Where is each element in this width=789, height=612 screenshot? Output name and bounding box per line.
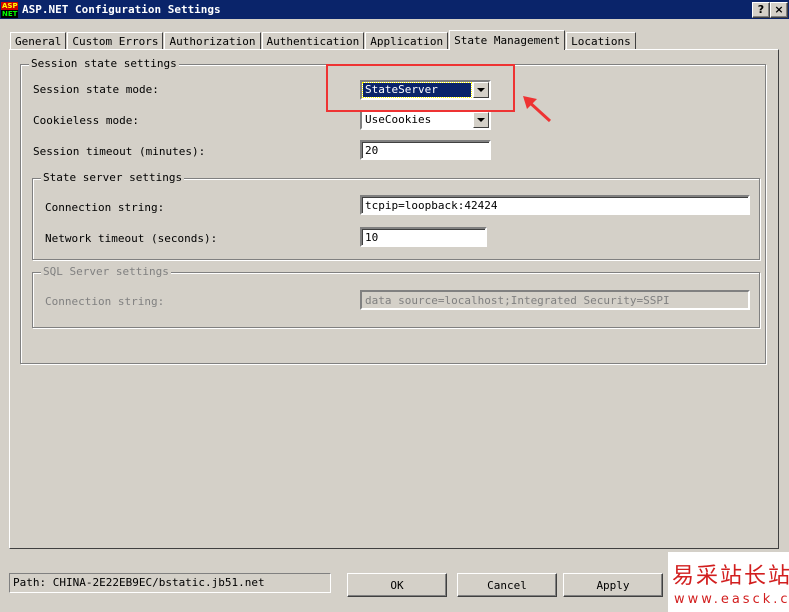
cancel-button[interactable]: Cancel [457,573,557,597]
state-server-group: State server settings [32,171,760,260]
session-timeout-label: Session timeout (minutes): [33,145,206,158]
tab-locations[interactable]: Locations [566,32,636,49]
highlight-box [326,64,515,112]
window-title: ASP.NET Configuration Settings [22,3,221,16]
watermark-chinese: 易采站长站 [672,564,789,589]
title-bar[interactable]: ASP NET ASP.NET Configuration Settings ?… [0,0,789,19]
sql-conn-label: Connection string: [45,295,165,308]
annotation-arrow-icon [523,96,552,123]
watermark: 易采站长站 www.easck.com [668,552,789,612]
session-state-legend: Session state settings [29,57,179,70]
close-button[interactable]: × [770,2,788,18]
tab-authorization[interactable]: Authorization [164,32,261,49]
cookieless-dropdown[interactable]: UseCookies [360,110,491,130]
ok-button[interactable]: OK [347,573,447,597]
session-timeout-input[interactable]: 20 [360,140,491,160]
aspnet-app-icon: ASP NET [1,1,18,18]
tab-authentication[interactable]: Authentication [261,32,365,49]
tab-general[interactable]: General [10,32,67,49]
network-timeout-label: Network timeout (seconds): [45,232,218,245]
path-status-bar: Path: CHINA-2E22EB9EC/bstatic.jb51.net [9,573,331,593]
tab-strip: General Custom Errors Authorization Auth… [10,30,637,50]
apply-button[interactable]: Apply [563,573,663,597]
sql-connection-input: data source=localhost;Integrated Securit… [360,290,750,310]
state-conn-label: Connection string: [45,201,165,214]
sql-server-legend: SQL Server settings [41,265,171,278]
state-server-legend: State server settings [41,171,185,184]
network-timeout-input[interactable]: 10 [360,227,487,247]
state-connection-input[interactable]: tcpip=loopback:42424 [360,195,750,215]
tab-custom-errors[interactable]: Custom Errors [67,32,164,49]
tab-state-management[interactable]: State Management [449,30,566,50]
cookieless-value: UseCookies [365,113,432,126]
chevron-down-icon[interactable] [473,112,489,128]
watermark-domain: www.easck.com [674,592,789,607]
session-mode-label: Session state mode: [33,83,159,96]
tab-application[interactable]: Application [365,32,449,49]
help-button[interactable]: ? [752,2,770,18]
cookieless-label: Cookieless mode: [33,114,139,127]
